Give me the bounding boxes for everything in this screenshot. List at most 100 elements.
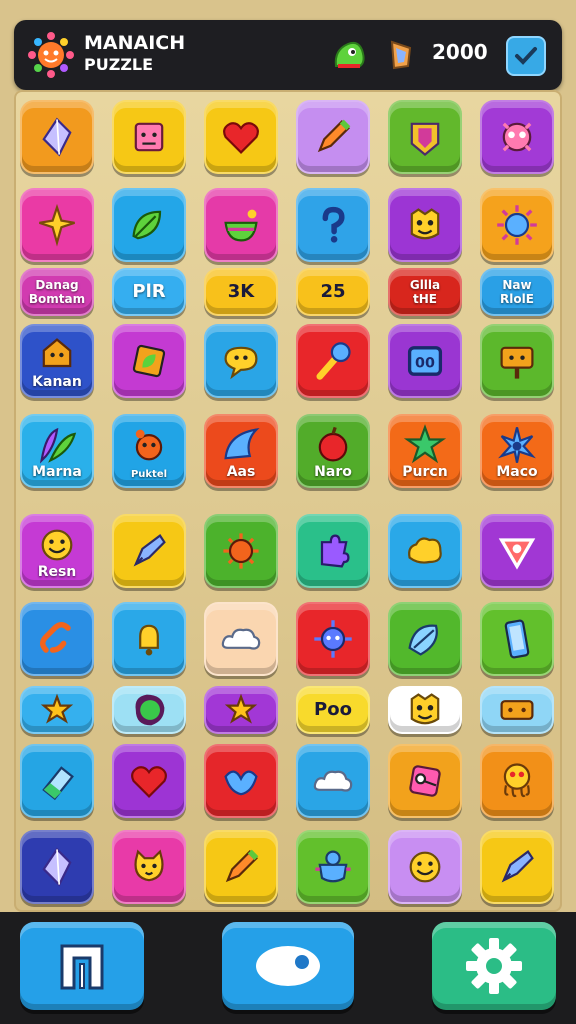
home-button[interactable] xyxy=(20,922,144,1010)
tile-4-2[interactable]: Aas xyxy=(204,414,278,488)
tape-icon xyxy=(500,700,534,720)
tile-1-5[interactable] xyxy=(480,188,554,262)
tile-label: Resn xyxy=(37,564,77,580)
tile-6-3[interactable] xyxy=(296,602,370,676)
tile-1-4[interactable] xyxy=(388,188,462,262)
tile-7-2[interactable] xyxy=(204,686,278,734)
tile-5-0[interactable]: Resn xyxy=(20,514,94,588)
tile-9-1[interactable] xyxy=(112,830,186,904)
tile-9-3[interactable] xyxy=(296,830,370,904)
tile-4-0[interactable]: Marna xyxy=(20,414,94,488)
tile-1-3[interactable] xyxy=(296,188,370,262)
sun-logo-icon xyxy=(28,32,74,78)
tile-label: Kanan xyxy=(32,374,82,390)
heart-icon xyxy=(223,122,259,154)
leaf-box-icon xyxy=(132,344,166,378)
tile-text: Poo xyxy=(314,699,352,720)
tile-0-3[interactable] xyxy=(296,100,370,174)
crystal-icon xyxy=(42,117,72,157)
tile-1-0[interactable] xyxy=(20,188,94,262)
tile-7-0[interactable] xyxy=(20,686,94,734)
star-icon xyxy=(403,424,447,464)
tile-6-0[interactable] xyxy=(20,602,94,676)
tile-4-4[interactable]: Purcn xyxy=(388,414,462,488)
tile-7-3[interactable]: Poo xyxy=(296,686,370,734)
sign-icon xyxy=(500,346,534,379)
tile-9-5[interactable] xyxy=(480,830,554,904)
ball-icon xyxy=(135,694,165,726)
tile-1-1[interactable] xyxy=(112,188,186,262)
shield-icon xyxy=(410,122,440,157)
question-icon xyxy=(322,206,345,243)
virus-icon xyxy=(223,533,259,569)
tile-8-0[interactable] xyxy=(20,744,94,818)
tile-0-4[interactable] xyxy=(388,100,462,174)
tile-3-3[interactable] xyxy=(296,324,370,398)
tile-2-2[interactable]: 3K xyxy=(204,268,278,316)
tile-text: Danag Bomtam xyxy=(28,278,86,306)
tile-4-3[interactable]: Naro xyxy=(296,414,370,488)
tile-5-1[interactable] xyxy=(112,514,186,588)
slime-icon[interactable] xyxy=(330,36,368,74)
phone-icon xyxy=(504,619,530,659)
gate-icon xyxy=(60,944,104,990)
bear-icon xyxy=(135,429,163,461)
tile-6-1[interactable] xyxy=(112,602,186,676)
tile-9-2[interactable] xyxy=(204,830,278,904)
tile-2-1[interactable]: PlR xyxy=(112,268,186,316)
gem-icon[interactable] xyxy=(382,36,420,74)
view-button[interactable] xyxy=(222,922,354,1010)
check-button[interactable] xyxy=(506,36,546,76)
star-small-icon xyxy=(224,693,258,724)
tile-8-4[interactable] xyxy=(388,744,462,818)
tile-8-3[interactable] xyxy=(296,744,370,818)
face-icon xyxy=(410,208,440,240)
fern-icon xyxy=(39,428,77,464)
tile-0-5[interactable] xyxy=(480,100,554,174)
bottom-bar xyxy=(0,912,576,1024)
tile-2-4[interactable]: Gllla tHE xyxy=(388,268,462,316)
tile-7-1[interactable] xyxy=(112,686,186,734)
tile-5-4[interactable] xyxy=(388,514,462,588)
star-small-icon xyxy=(40,693,74,724)
tile-2-5[interactable]: Naw RlolE xyxy=(480,268,554,316)
tile-2-3[interactable]: 25 xyxy=(296,268,370,316)
pot-icon xyxy=(315,850,351,883)
tile-5-3[interactable] xyxy=(296,514,370,588)
check-icon xyxy=(515,47,537,65)
bell-icon xyxy=(139,624,159,656)
tile-4-1[interactable]: Puktel xyxy=(112,414,186,488)
tile-8-2[interactable] xyxy=(204,744,278,818)
tile-0-0[interactable] xyxy=(20,100,94,174)
tile-9-0[interactable] xyxy=(20,830,94,904)
puzzle-icon xyxy=(320,534,350,568)
tile-7-5[interactable] xyxy=(480,686,554,734)
tile-3-5[interactable] xyxy=(480,324,554,398)
tile-6-5[interactable] xyxy=(480,602,554,676)
tile-7-4[interactable] xyxy=(388,686,462,734)
tile-5-2[interactable] xyxy=(204,514,278,588)
tile-3-0[interactable]: Kanan xyxy=(20,324,94,398)
tile-8-1[interactable] xyxy=(112,744,186,818)
tile-5-5[interactable] xyxy=(480,514,554,588)
tile-8-5[interactable] xyxy=(480,744,554,818)
settings-button[interactable] xyxy=(432,922,556,1010)
tile-3-2[interactable] xyxy=(204,324,278,398)
fin-icon xyxy=(224,428,260,460)
tile-9-4[interactable] xyxy=(388,830,462,904)
tile-0-2[interactable] xyxy=(204,100,278,174)
tile-1-2[interactable] xyxy=(204,188,278,262)
spiky-icon xyxy=(314,620,352,658)
star-diamond-icon xyxy=(39,203,75,247)
tile-2-0[interactable]: Danag Bomtam xyxy=(20,268,94,316)
tile-4-5[interactable]: Maco xyxy=(480,414,554,488)
tile-6-4[interactable] xyxy=(388,602,462,676)
tile-label: Maco xyxy=(496,464,538,480)
tile-text: 25 xyxy=(320,281,346,302)
tile-6-2[interactable] xyxy=(204,602,278,676)
tile-3-1[interactable] xyxy=(112,324,186,398)
tile-0-1[interactable] xyxy=(112,100,186,174)
smile-icon xyxy=(409,851,441,883)
apple-icon xyxy=(318,427,348,462)
tile-3-4[interactable]: 00 xyxy=(388,324,462,398)
